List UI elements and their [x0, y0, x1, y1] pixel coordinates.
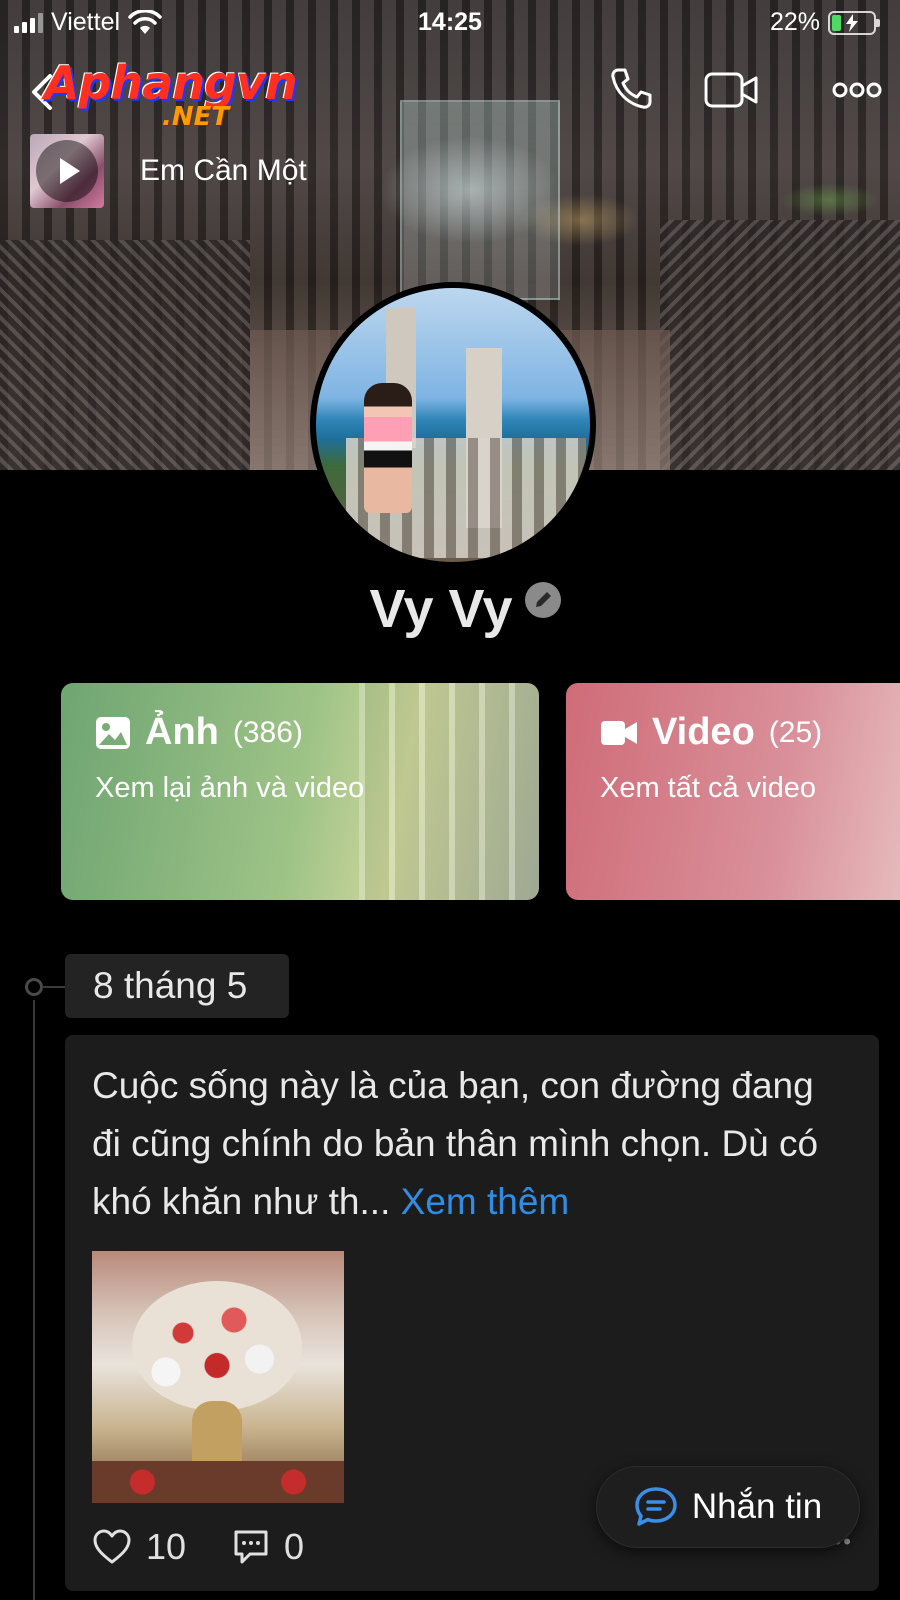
videos-card-header: Video (25) — [600, 711, 892, 754]
comment-count: 0 — [284, 1526, 305, 1567]
battery-group: 22% — [769, 8, 880, 37]
see-more-link[interactable]: Xem thêm — [401, 1181, 570, 1222]
avatar-photo — [316, 288, 590, 562]
timeline-line — [33, 1000, 35, 1600]
timeline-dot — [25, 978, 43, 996]
like-button[interactable]: 10 — [92, 1526, 186, 1568]
videos-label: Video — [652, 711, 755, 753]
profile-name: Vy Vy — [369, 579, 513, 639]
profile-name-row: Vy Vy — [0, 578, 900, 640]
logo-sub: .NET — [162, 102, 230, 132]
like-count: 10 — [146, 1526, 187, 1567]
battery-icon — [828, 10, 880, 35]
phone-icon[interactable] — [608, 66, 654, 112]
video-call-icon[interactable] — [704, 70, 760, 110]
photos-label: Ảnh — [145, 711, 219, 753]
photos-card[interactable]: Ảnh (386) Xem lại ảnh và video — [61, 683, 539, 900]
music-thumbnail[interactable] — [30, 134, 104, 208]
videos-subtitle: Xem tất cả video — [600, 772, 816, 804]
battery-fill — [832, 14, 841, 31]
videos-card[interactable]: Video (25) Xem tất cả video — [566, 683, 900, 900]
message-button-label: Nhắn tin — [691, 1487, 823, 1526]
charging-icon — [846, 13, 858, 32]
image-icon — [96, 716, 130, 749]
cover-decor-left — [0, 240, 250, 470]
post-text-block[interactable]: Cuộc sống này là của bạn, con đường đang… — [92, 1057, 852, 1231]
status-bar: Viettel 14:25 22% — [0, 0, 900, 46]
pencil-icon — [535, 592, 551, 607]
chat-icon — [635, 1487, 677, 1526]
post-stats: 10 0 — [92, 1526, 304, 1568]
comment-icon — [234, 1530, 268, 1564]
music-title: Em Cần Một — [140, 154, 307, 187]
photos-count: (386) — [232, 715, 303, 749]
cover-decor-right — [660, 220, 900, 470]
videos-count: (25) — [768, 715, 823, 749]
comment-button[interactable]: 0 — [232, 1526, 304, 1568]
play-button[interactable] — [36, 140, 98, 202]
profile-music[interactable]: Em Cần Một — [30, 134, 307, 208]
edit-name-button[interactable] — [524, 582, 561, 618]
photos-subtitle: Xem lại ảnh và video — [95, 772, 365, 804]
timeline-connector — [42, 986, 66, 988]
video-icon — [601, 720, 637, 745]
timeline-date: 8 tháng 5 — [65, 954, 289, 1018]
message-button[interactable]: Nhắn tin — [596, 1466, 860, 1548]
heart-icon — [93, 1529, 131, 1564]
watermark-logo: Aphangvn .NET — [44, 56, 298, 132]
cover-statue-case — [400, 100, 560, 300]
clock: 14:25 — [418, 8, 482, 36]
play-icon — [60, 158, 80, 184]
post-photo[interactable] — [92, 1251, 344, 1503]
avatar[interactable] — [310, 282, 596, 568]
photos-card-header: Ảnh (386) — [95, 711, 505, 754]
battery-percent: 22% — [769, 8, 820, 36]
more-icon[interactable] — [832, 80, 882, 100]
